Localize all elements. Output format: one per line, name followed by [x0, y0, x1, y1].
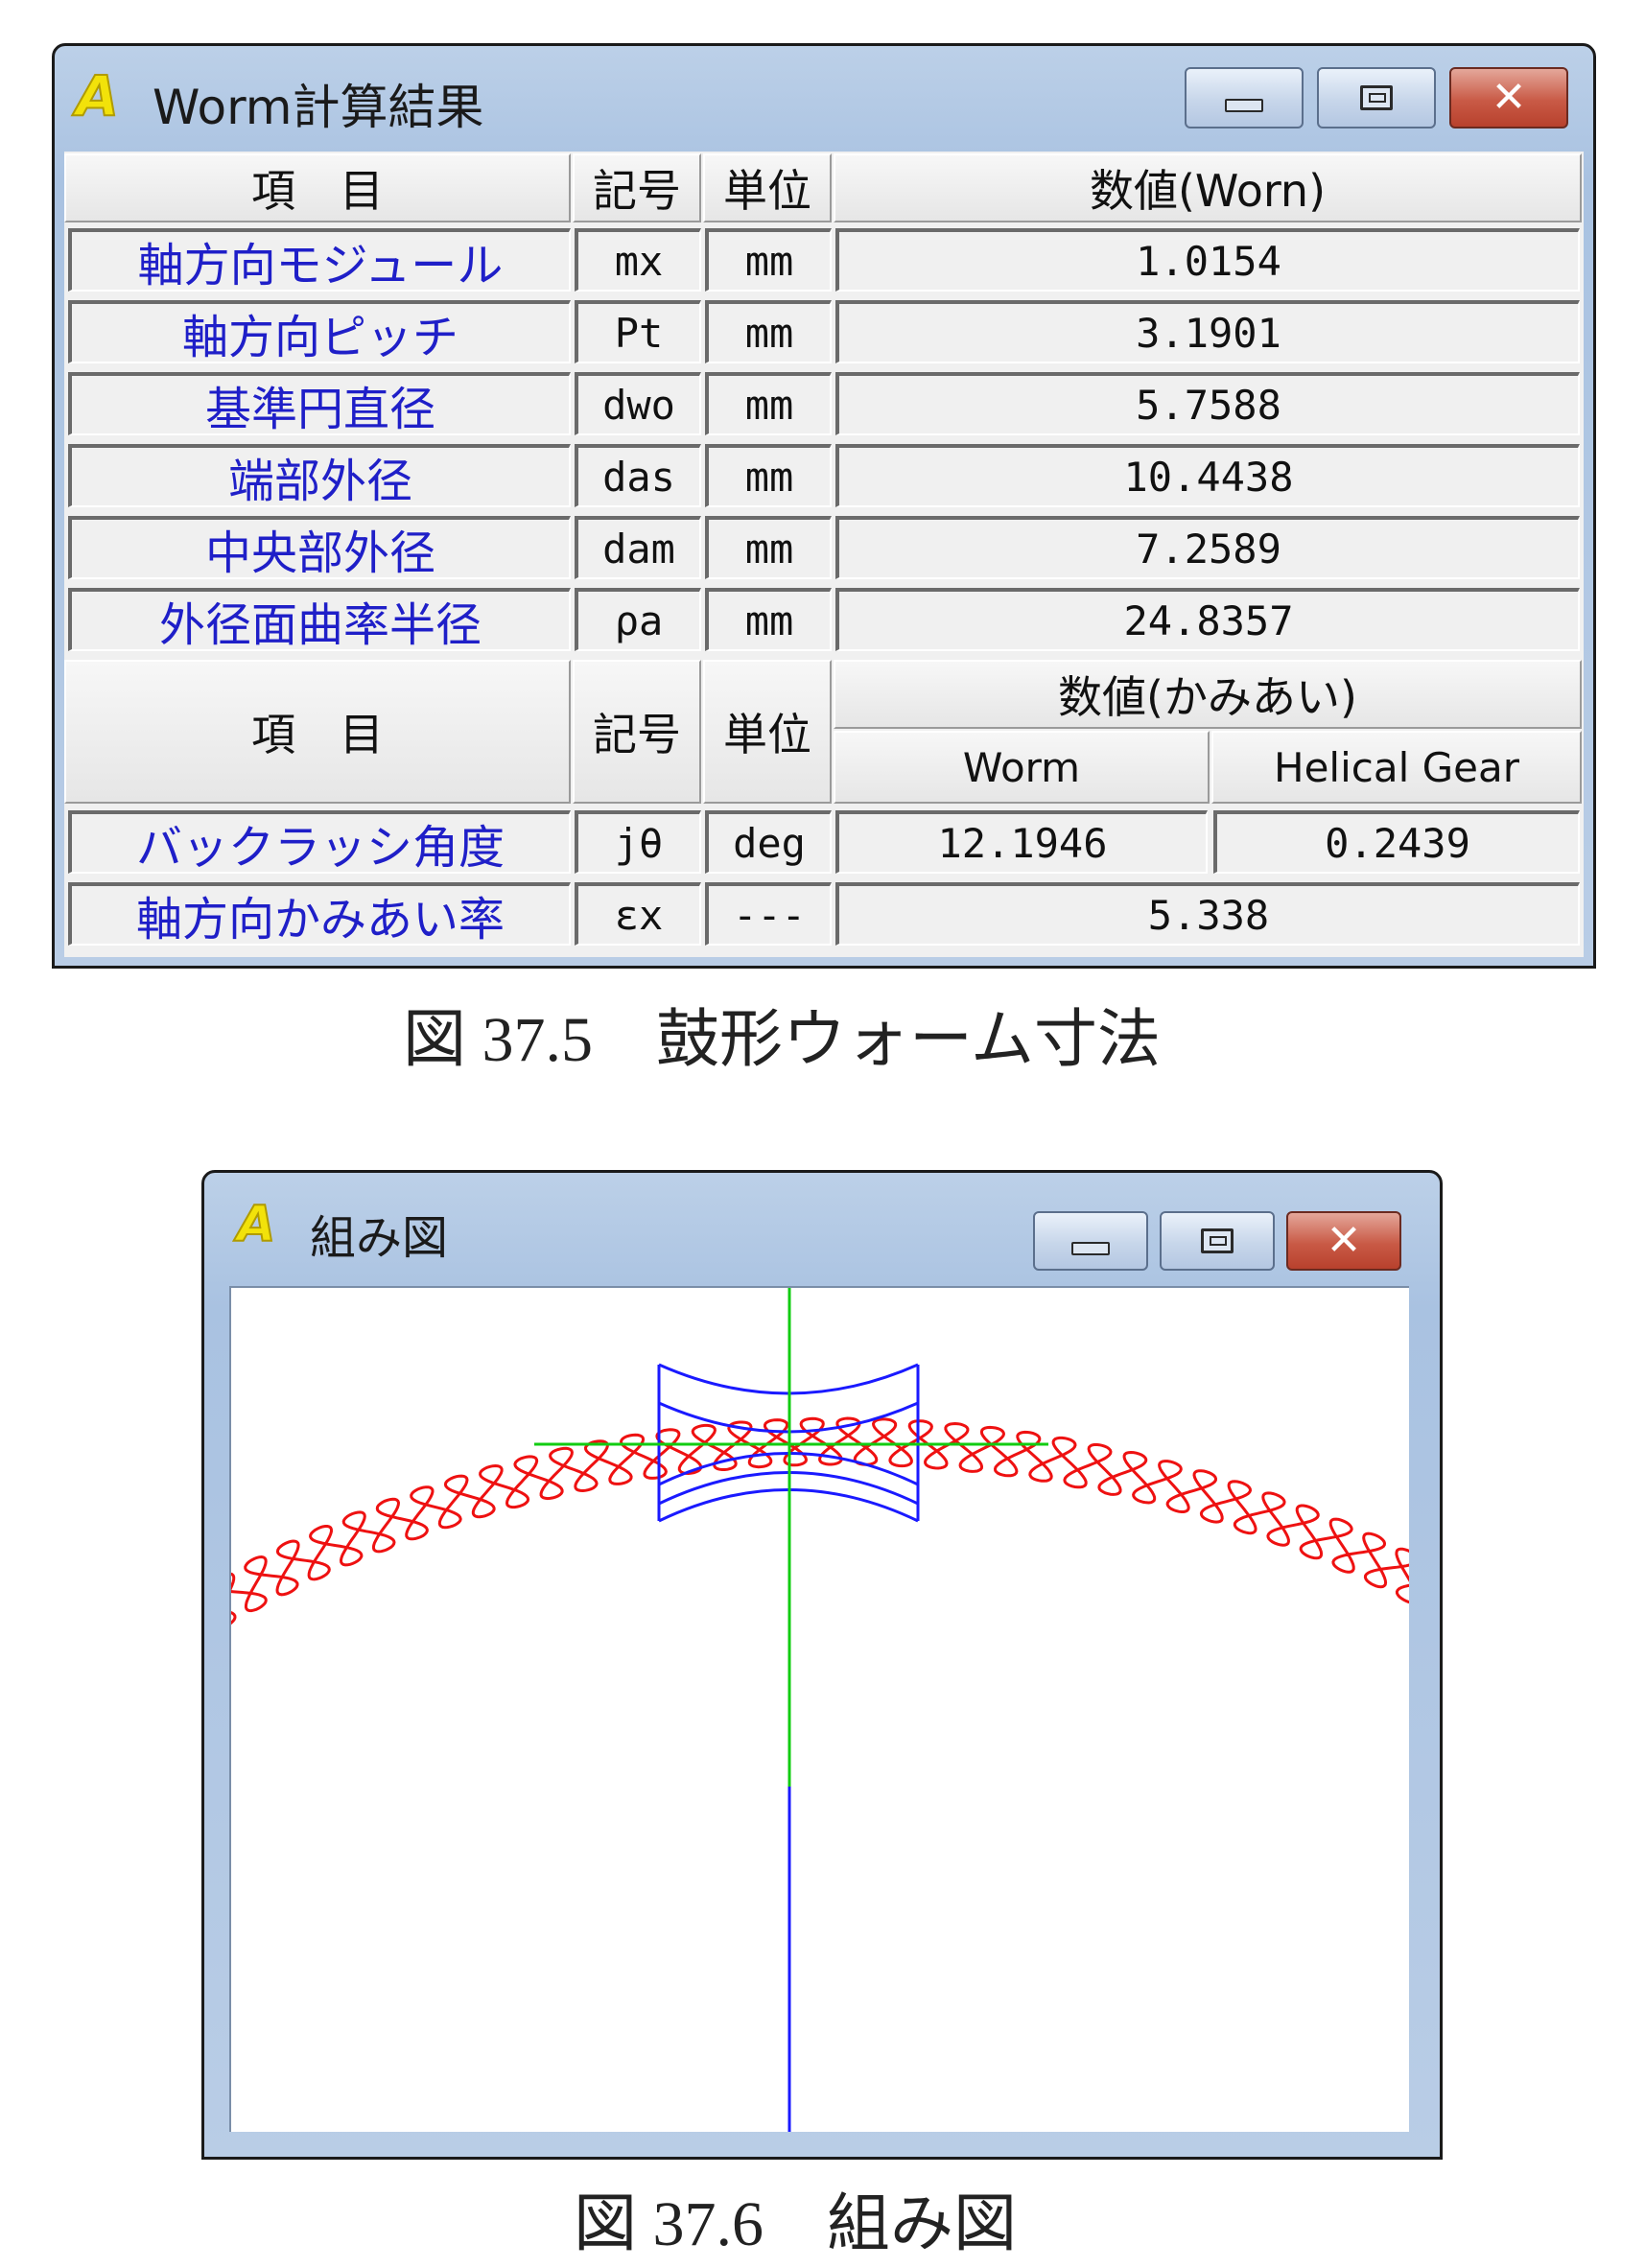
assembly-drawing-canvas — [229, 1286, 1409, 2132]
title-bar[interactable]: A 組み図 ✕ — [204, 1173, 1440, 1271]
row-unit: mm — [705, 516, 832, 579]
row-symbol: mx — [575, 228, 701, 292]
figure-caption-37-6: 図 37.6 組み図 — [574, 2189, 1017, 2259]
figure-caption-37-5: 図 37.5 鼓形ウォーム寸法 — [403, 1005, 1162, 1075]
header2-unit: 単位 — [703, 660, 832, 804]
assembly-drawing — [231, 1288, 1409, 2132]
app-icon: A — [75, 62, 120, 129]
minimize-button[interactable] — [1185, 67, 1304, 129]
minimize-icon — [1071, 1242, 1110, 1255]
worm-result-window: A Worm計算結果 ✕ 項 目 記号 単位 数値(Worn) 軸方向モジュール… — [52, 43, 1596, 969]
row-unit: deg — [705, 810, 832, 874]
maximize-button[interactable] — [1317, 67, 1436, 129]
window-title: 組み図 — [310, 1211, 449, 1265]
header-value: 数値(Worn) — [834, 153, 1582, 222]
result-table: 項 目 記号 単位 数値(Worn) 軸方向モジュール mx mm 1.0154… — [64, 152, 1584, 957]
minimize-button[interactable] — [1033, 1211, 1148, 1271]
row-value: 5.7588 — [835, 372, 1580, 435]
header-symbol: 記号 — [573, 153, 701, 222]
row-unit: mm — [705, 372, 832, 435]
row-symbol: εx — [575, 882, 701, 946]
row-unit: mm — [705, 588, 832, 651]
row-value: 1.0154 — [835, 228, 1580, 292]
header-item: 項 目 — [64, 153, 571, 222]
close-button[interactable]: ✕ — [1286, 1211, 1401, 1271]
app-icon: A — [236, 1195, 276, 1254]
header2-value: 数値(かみあい) — [834, 660, 1582, 729]
assembly-window: A 組み図 ✕ — [201, 1170, 1443, 2160]
row-symbol: dam — [575, 516, 701, 579]
restore-icon — [1360, 85, 1393, 110]
row-symbol: das — [575, 444, 701, 507]
gear-profile — [231, 1416, 1409, 1625]
minimize-icon — [1225, 99, 1263, 112]
row-label: バックラッシ角度 — [68, 810, 571, 874]
row-unit: mm — [705, 228, 832, 292]
row-value: 10.4438 — [835, 444, 1580, 507]
row-symbol: ρa — [575, 588, 701, 651]
header-unit: 単位 — [703, 153, 832, 222]
row-label: 端部外径 — [68, 444, 571, 507]
row-label: 中央部外径 — [68, 516, 571, 579]
maximize-button[interactable] — [1160, 1211, 1275, 1271]
row-value: 5.338 — [835, 882, 1580, 946]
restore-icon — [1201, 1228, 1234, 1253]
close-icon: ✕ — [1491, 73, 1527, 122]
row-value: 3.1901 — [835, 300, 1580, 363]
header2-worm: Worm — [834, 731, 1210, 804]
title-bar[interactable]: A Worm計算結果 ✕ — [55, 46, 1593, 152]
row-unit: --- — [705, 882, 832, 946]
row-symbol: jθ — [575, 810, 701, 874]
row-value: 7.2589 — [835, 516, 1580, 579]
row-value-worm: 12.1946 — [835, 810, 1208, 874]
row-label: 基準円直径 — [68, 372, 571, 435]
row-value: 24.8357 — [835, 588, 1580, 651]
header2-symbol: 記号 — [573, 660, 701, 804]
row-label: 外径面曲率半径 — [68, 588, 571, 651]
row-symbol: Pt — [575, 300, 701, 363]
row-label: 軸方向ピッチ — [68, 300, 571, 363]
row-unit: mm — [705, 444, 832, 507]
row-unit: mm — [705, 300, 832, 363]
header2-item: 項 目 — [64, 660, 571, 804]
close-button[interactable]: ✕ — [1449, 67, 1568, 129]
row-label: 軸方向モジュール — [68, 228, 571, 292]
window-title: Worm計算結果 — [153, 80, 484, 135]
row-value-gear: 0.2439 — [1213, 810, 1580, 874]
header2-gear: Helical Gear — [1211, 731, 1582, 804]
row-symbol: dwo — [575, 372, 701, 435]
row-label: 軸方向かみあい率 — [68, 882, 571, 946]
close-icon: ✕ — [1326, 1216, 1362, 1265]
